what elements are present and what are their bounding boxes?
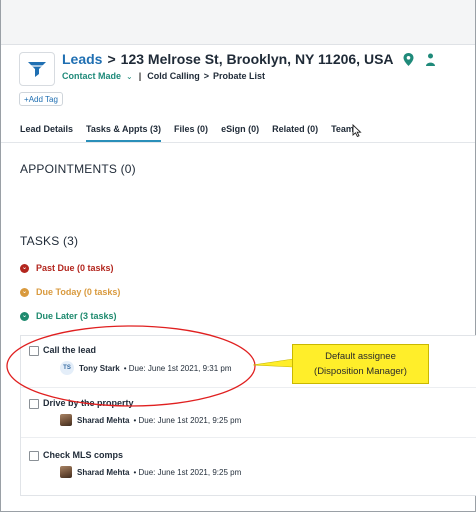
chevron-down-icon: ⌄ xyxy=(20,311,29,321)
chevron-down-icon: ⌄ xyxy=(20,263,29,273)
tab-bar: Lead Details Tasks & Appts (3) Files (0)… xyxy=(20,120,367,142)
add-tag-button[interactable]: +Add Tag xyxy=(19,92,63,106)
top-strip xyxy=(1,0,475,44)
tab-tasks-appts[interactable]: Tasks & Appts (3) xyxy=(86,120,162,142)
group-due-today[interactable]: ⌄ Due Today (0 tasks) xyxy=(20,287,120,297)
group-past-due-label: Past Due (0 tasks) xyxy=(36,263,114,273)
tab-lead-details[interactable]: Lead Details xyxy=(20,120,73,142)
lead-address: 123 Melrose St, Brooklyn, NY 11206, USA xyxy=(120,51,394,67)
group-due-later-label: Due Later (3 tasks) xyxy=(36,311,117,321)
callout-pointer xyxy=(253,358,293,368)
highlight-ellipse xyxy=(6,325,256,407)
mouse-pointer-icon xyxy=(352,124,362,137)
task-meta: Sharad Mehta • Due: June 1st 2021, 9:25 … xyxy=(60,466,241,478)
chevron-down-icon: ⌄ xyxy=(20,287,29,297)
breadcrumb-arrow: > xyxy=(203,71,210,81)
breadcrumb-divider: | xyxy=(138,71,142,81)
tasks-heading: TASKS (3) xyxy=(20,234,79,248)
tab-files[interactable]: Files (0) xyxy=(174,120,208,142)
tab-team[interactable]: Team xyxy=(331,120,354,142)
breadcrumb-probate-list[interactable]: Probate List xyxy=(213,71,265,81)
avatar xyxy=(60,466,72,478)
task-title[interactable]: Check MLS comps xyxy=(43,450,123,460)
funnel-icon xyxy=(19,52,55,86)
appointments-heading: APPOINTMENTS (0) xyxy=(20,162,136,176)
tabs-divider xyxy=(1,142,475,143)
assignee-name: Sharad Mehta xyxy=(77,415,130,425)
due-date: • Due: June 1st 2021, 9:25 pm xyxy=(133,415,242,425)
chevron-down-icon[interactable]: ⌄ xyxy=(126,72,133,81)
person-icon[interactable] xyxy=(424,52,438,66)
lead-title-row: Leads > 123 Melrose St, Brooklyn, NY 112… xyxy=(62,51,438,67)
avatar xyxy=(60,414,72,426)
breadcrumb-cold-calling[interactable]: Cold Calling xyxy=(147,71,200,81)
callout-line-1: Default assignee xyxy=(325,351,396,362)
group-due-later[interactable]: ⌄ Due Later (3 tasks) xyxy=(20,311,117,321)
task-divider xyxy=(21,437,476,438)
tab-related[interactable]: Related (0) xyxy=(272,120,318,142)
task-meta: Sharad Mehta • Due: June 1st 2021, 9:25 … xyxy=(60,414,241,426)
map-pin-icon[interactable] xyxy=(402,52,416,66)
leads-link[interactable]: Leads xyxy=(62,51,102,67)
assignee-name: Sharad Mehta xyxy=(77,467,130,477)
due-date: • Due: June 1st 2021, 9:25 pm xyxy=(133,467,242,477)
status-dropdown[interactable]: Contact Made xyxy=(62,71,121,81)
task-checkbox[interactable] xyxy=(29,451,39,461)
group-due-today-label: Due Today (0 tasks) xyxy=(36,287,121,297)
title-separator: > xyxy=(107,51,116,67)
top-divider xyxy=(1,44,475,45)
tab-esign[interactable]: eSign (0) xyxy=(221,120,259,142)
callout-line-2: (Disposition Manager) xyxy=(314,366,407,377)
group-past-due[interactable]: ⌄ Past Due (0 tasks) xyxy=(20,263,114,273)
lead-subtitle-row: Contact Made ⌄ | Cold Calling > Probate … xyxy=(62,71,265,81)
annotation-callout: Default assignee (Disposition Manager) xyxy=(292,344,429,384)
